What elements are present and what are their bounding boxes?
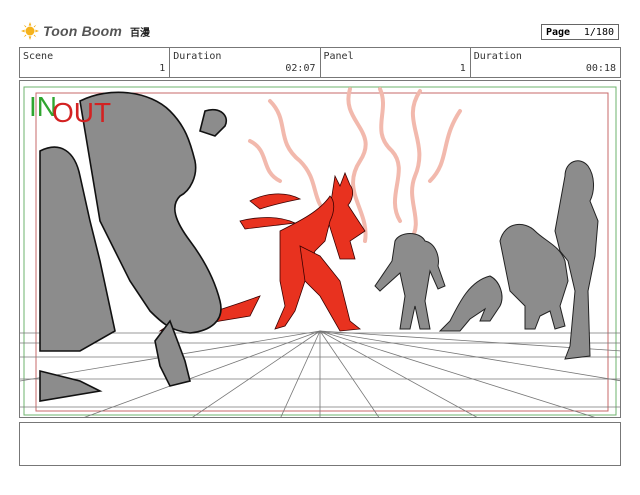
scene-duration-value: 02:07: [285, 63, 316, 74]
out-marker: OUT: [52, 97, 112, 128]
panel-duration-value: 00:18: [585, 63, 616, 74]
page-value: 1/180: [583, 26, 614, 38]
panel-value: 1: [459, 63, 466, 74]
toon-boom-logo: Toon Boom 百漫: [21, 22, 150, 40]
background-creatures: [374, 160, 599, 360]
foreground-character: [39, 91, 227, 402]
page-counter: Page 1/180: [541, 24, 619, 40]
panel-info-row: Scene 1 Duration 02:07 Panel 1 Duration …: [19, 47, 621, 78]
scene-duration-label: Duration: [173, 51, 222, 62]
panel-drawing: [20, 86, 620, 417]
panel-cell: Panel 1: [321, 48, 471, 77]
scene-duration-cell: Duration 02:07: [170, 48, 321, 77]
page-label: Page: [546, 26, 571, 38]
storyboard-panel[interactable]: IN OUT: [19, 80, 621, 418]
panel-notes[interactable]: [19, 422, 621, 466]
panel-duration-cell: Duration 00:18: [471, 48, 620, 77]
scene-cell: Scene 1: [20, 48, 171, 77]
project-title: 百漫: [130, 27, 151, 39]
scene-label: Scene: [23, 51, 54, 62]
floor-grid: [20, 330, 620, 417]
scene-value: 1: [159, 63, 166, 74]
panel-label: Panel: [323, 51, 354, 62]
brand-name: Toon Boom: [43, 23, 123, 39]
toon-boom-sun-icon: [21, 22, 39, 40]
panel-duration-label: Duration: [473, 51, 522, 62]
